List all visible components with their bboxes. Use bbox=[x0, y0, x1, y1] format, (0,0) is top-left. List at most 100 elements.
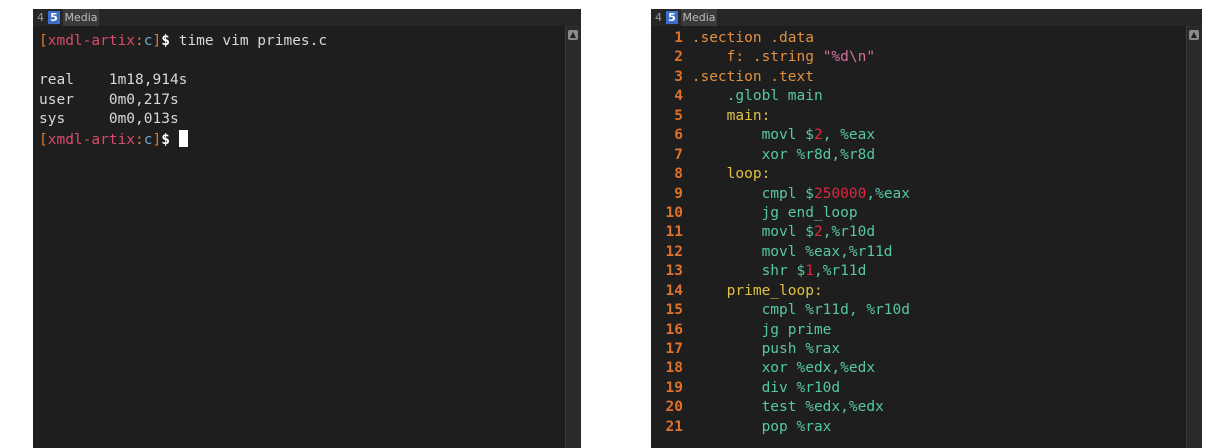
code-token: xor %r8d,%r8d bbox=[761, 146, 876, 163]
code-token: cmpl $ bbox=[761, 185, 814, 202]
code-line: 15 cmpl %r11d, %r10d bbox=[651, 301, 910, 320]
prompt-host: xmdl-artix bbox=[47, 131, 136, 148]
window-title-tab[interactable]: Media bbox=[63, 9, 99, 26]
line-number: 14 bbox=[665, 282, 683, 299]
line-number: 1 bbox=[674, 30, 683, 46]
code-token: main: bbox=[726, 107, 771, 124]
code-token: pop %rax bbox=[761, 418, 832, 435]
code-line: 16 jg prime bbox=[651, 321, 910, 340]
code-line: 20 test %edx,%edx bbox=[651, 398, 910, 417]
line-number: 3 bbox=[674, 68, 683, 85]
prompt-bracket: ] bbox=[152, 33, 162, 49]
line-number: 19 bbox=[665, 379, 683, 396]
editor-pane[interactable]: 4 5 Media 1 .section .data 2 f: .string "… bbox=[651, 9, 1202, 448]
prompt-bracket: [ bbox=[39, 33, 48, 49]
prompt-dir: c bbox=[143, 33, 153, 49]
code-line: 7 xor %r8d,%r8d bbox=[651, 146, 910, 165]
code-token: prime_loop: bbox=[726, 282, 823, 299]
scroll-up-arrow-icon[interactable]: ▲ bbox=[568, 30, 578, 40]
prompt-symbol: $ bbox=[161, 33, 179, 49]
code-token: test %edx,%edx bbox=[761, 399, 884, 416]
prompt-symbol: $ bbox=[161, 131, 179, 148]
workspace-tab-4[interactable]: 4 bbox=[654, 9, 663, 26]
line-number: 2 bbox=[674, 49, 683, 66]
code-editor[interactable]: 1 .section .data 2 f: .string "%d\n" 3 .se… bbox=[651, 29, 910, 437]
code-token: .section .text bbox=[691, 68, 814, 85]
line-number: 20 bbox=[665, 399, 683, 416]
code-token: 250000 bbox=[813, 185, 867, 202]
line-number: 11 bbox=[665, 224, 683, 241]
line-number: 12 bbox=[665, 243, 683, 260]
code-token: , %eax bbox=[822, 127, 876, 144]
line-number: 16 bbox=[665, 321, 683, 338]
terminal-pane[interactable]: 4 5 Media [xmdl-artix:c]$ time vim prime… bbox=[33, 9, 581, 448]
output-line: user 0m0,217s bbox=[39, 91, 179, 108]
code-token: ,%r11d bbox=[813, 263, 867, 280]
line-number: 9 bbox=[674, 185, 683, 202]
code-token: push %rax bbox=[761, 341, 841, 357]
workspace-tab-5-active[interactable]: 5 bbox=[48, 11, 60, 24]
code-token: 2 bbox=[813, 127, 823, 144]
code-line: 5 main: bbox=[651, 107, 910, 126]
code-line: 12 movl %eax,%r11d bbox=[651, 243, 910, 262]
line-number: 5 bbox=[674, 107, 683, 124]
code-token: movl $ bbox=[761, 224, 814, 241]
output-line: sys 0m0,013s bbox=[39, 111, 179, 127]
code-token: cmpl %r11d, %r10d bbox=[761, 302, 910, 319]
code-token: 2 bbox=[813, 224, 823, 241]
code-token: movl $ bbox=[761, 127, 814, 144]
code-line: 10 jg end_loop bbox=[651, 204, 910, 223]
code-token: ,%eax bbox=[866, 185, 911, 202]
workspace-tab-4[interactable]: 4 bbox=[36, 9, 45, 26]
window-title-tab[interactable]: Media bbox=[681, 9, 717, 26]
prompt-bracket: [ bbox=[39, 131, 48, 148]
prompt-dir: c bbox=[143, 131, 153, 148]
line-number: 17 bbox=[665, 341, 683, 357]
scrollbar[interactable]: ▲ bbox=[1186, 26, 1202, 448]
code-line: 21 pop %rax bbox=[651, 418, 910, 437]
scrollbar[interactable]: ▲ bbox=[565, 26, 581, 448]
code-token: movl %eax,%r11d bbox=[761, 243, 893, 260]
prompt-line: [xmdl-artix:c]$ time vim primes.c bbox=[39, 32, 327, 52]
code-line: 6 movl $2, %eax bbox=[651, 126, 910, 145]
line-number: 4 bbox=[674, 88, 683, 105]
line-number: 13 bbox=[665, 263, 683, 280]
code-token: .section .data bbox=[691, 30, 814, 46]
prompt-host: xmdl-artix bbox=[47, 33, 136, 49]
prompt-line: [xmdl-artix:c]$ bbox=[39, 129, 327, 150]
line-number: 7 bbox=[674, 146, 683, 163]
text-cursor bbox=[178, 129, 188, 147]
output-line: real 1m18,914s bbox=[39, 72, 188, 88]
prompt-separator: : bbox=[135, 131, 144, 148]
workspace-tab-5-active[interactable]: 5 bbox=[666, 11, 678, 24]
code-line: 11 movl $2,%r10d bbox=[651, 223, 910, 242]
terminal-output[interactable]: [xmdl-artix:c]$ time vim primes.c real 1m… bbox=[39, 32, 327, 149]
line-number: 18 bbox=[665, 360, 683, 377]
code-token: jg prime bbox=[761, 321, 832, 338]
code-token: .globl main bbox=[726, 88, 823, 105]
line-number: 6 bbox=[674, 127, 683, 144]
code-line: 9 cmpl $250000,%eax bbox=[651, 185, 910, 204]
code-line: 3 .section .text bbox=[651, 68, 910, 87]
scroll-up-arrow-icon[interactable]: ▲ bbox=[1189, 30, 1199, 40]
tab-bar: 4 5 Media bbox=[33, 9, 581, 26]
code-token: xor %edx,%edx bbox=[761, 360, 876, 377]
code-token: 1 bbox=[805, 263, 814, 280]
